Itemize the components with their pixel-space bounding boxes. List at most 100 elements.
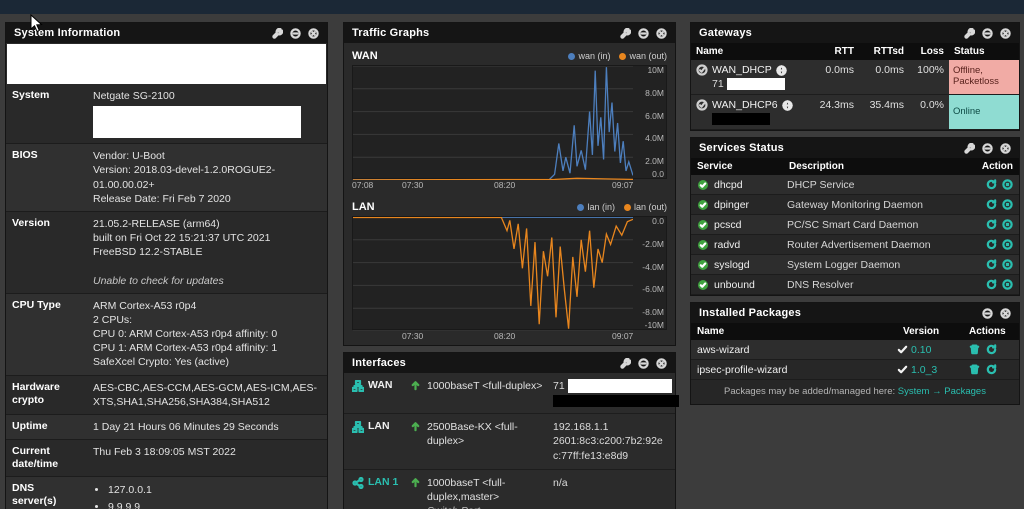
panel-title: Traffic Graphs [352,27,430,39]
dns-server-list: 127.0.0.19.9.9.91.1.1.1 [108,482,320,509]
x-axis-label: 07:30 [402,180,424,190]
services-table-header: Service Description Action [691,158,1019,175]
gateway-row: WAN_DHCP6 24.3ms 35.4ms 0.0% Online [691,95,1019,130]
redacted-block [7,44,326,84]
service-name: pcscd [714,218,742,231]
interface-name-link[interactable]: WAN [368,379,393,391]
system-info-value-line: CPU 0: ARM Cortex-A53 r0p4 affinity: 0 [93,328,278,341]
restart-service-icon[interactable] [986,179,997,190]
uninstall-package-icon[interactable] [969,364,980,375]
system-information-body: System Netgate SG-2100 BIOS Vendor: U-Boot V… [6,84,327,509]
reinstall-package-icon[interactable] [986,364,997,375]
stop-icon [1002,199,1013,210]
system-info-row: Hardware crypto AES-CBC,AES-CCM,AES-GCM,A… [6,375,327,415]
graph-x-axis: 07:08 07:30 08:20 09:07 [352,179,633,192]
y-axis-label: -10M [644,320,664,330]
interface-row: LAN 2500Base-KX <full-duplex> 192.168.1.1 2… [344,414,675,470]
collapse-icon[interactable] [982,143,993,154]
graph-x-axis: 07:30 08:20 09:07 [352,330,633,343]
interface-address: 71 [553,380,565,392]
service-row: dhcpd DHCP Service [691,175,1019,195]
system-packages-link[interactable]: System → Packages [898,386,986,397]
system-info-label: Hardware crypto [12,380,60,406]
redacted-block [712,113,770,125]
stop-service-icon[interactable] [1002,179,1013,190]
graph-plot-area[interactable]: 10M 8.0M 6.0M 4.0M 2.0M 0.0 [352,65,667,180]
close-icon[interactable] [1000,143,1011,154]
package-version-link[interactable]: 0.10 [911,344,931,356]
uninstall-package-icon[interactable] [969,344,980,355]
close-icon[interactable] [1000,308,1011,319]
system-info-value-line: Netgate SG-2100 [93,90,175,102]
restart-icon [986,219,997,230]
stop-icon [1002,239,1013,250]
settings-wrench-icon[interactable] [620,28,631,39]
system-info-value: Vendor: U-Boot Version: 2018.03-devel-1.2… [86,144,327,211]
dns-server: 9.9.9.9 [108,499,320,509]
interface-address: 192.168.1.1 [553,421,609,434]
reinstall-package-icon[interactable] [986,344,997,355]
stop-service-icon[interactable] [1002,239,1013,250]
y-axis-label: -8.0M [642,307,664,317]
installed-packages-panel: Installed Packages Name Version Actions aws… [690,302,1020,405]
close-icon[interactable] [656,358,667,369]
link-up-arrow-icon [410,477,421,488]
collapse-icon[interactable] [638,358,649,369]
settings-wrench-icon[interactable] [964,143,975,154]
y-axis-label: 6.0M [645,111,664,121]
service-row: dpinger Gateway Monitoring Daemon [691,195,1019,215]
service-name: radvd [714,238,741,251]
system-info-value-line: Thu Feb 3 18:09:05 MST 2022 [93,446,236,459]
restart-service-icon[interactable] [986,279,997,290]
system-info-value-line: 21.05.2-RELEASE (arm64) [93,217,220,230]
graph-title: LAN [352,201,375,213]
system-info-label: System [12,89,50,101]
reinstall-icon [986,344,997,355]
y-axis-label: -4.0M [642,262,664,272]
gateway-rttsd: 35.4ms [869,99,904,111]
close-icon[interactable] [308,28,319,39]
system-info-row: Version 21.05.2-RELEASE (arm64) built on F… [6,211,327,294]
panel-title: Gateways [699,27,752,39]
system-info-row: BIOS Vendor: U-Boot Version: 2018.03-devel… [6,144,327,212]
settings-wrench-icon[interactable] [964,28,975,39]
restart-service-icon[interactable] [986,259,997,270]
system-info-row: CPU Type ARM Cortex-A53 r0p4 2 CPUs: CPU 0:… [6,293,327,376]
settings-wrench-icon[interactable] [620,358,631,369]
redacted-block [726,78,785,90]
gateways-panel: Gateways Name RTT RTTsd Loss Status WAN_DHCP 7… [690,22,1020,131]
graph-legend: lan (in) lan (out) [577,202,667,212]
interface-name-link[interactable]: LAN 1 [368,476,398,488]
close-icon[interactable] [1000,28,1011,39]
restart-service-icon[interactable] [986,219,997,230]
stop-service-icon[interactable] [1002,279,1013,290]
settings-wrench-icon[interactable] [272,28,283,39]
stop-service-icon[interactable] [1002,219,1013,230]
gateways-header: Gateways [691,23,1019,43]
stop-icon [1002,219,1013,230]
interface-name-link[interactable]: LAN [368,420,390,432]
package-version-link[interactable]: 1.0_3 [911,364,937,376]
graph-plot-area[interactable]: 0.0 -2.0M -4.0M -6.0M -8.0M -10M [352,216,667,331]
service-row: pcscd PC/SC Smart Card Daemon [691,215,1019,235]
restart-service-icon[interactable] [986,239,997,250]
interface-media: 2500Base-KX <full-duplex> [427,421,518,448]
collapse-icon[interactable] [982,28,993,39]
collapse-icon[interactable] [290,28,301,39]
x-axis-label: 08:20 [494,180,516,190]
trash-icon [969,344,980,355]
y-axis-label: -2.0M [642,239,664,249]
interface-media: 1000baseT <full-duplex,master> [427,476,506,503]
service-name: dhcpd [714,178,743,191]
close-icon[interactable] [656,28,667,39]
collapse-icon[interactable] [638,28,649,39]
system-info-row: Current date/time Thu Feb 3 18:09:05 MST … [6,440,327,478]
stop-service-icon[interactable] [1002,199,1013,210]
globe-icon [776,65,787,76]
collapse-icon[interactable] [982,308,993,319]
system-info-value-line: 1 Day 21 Hours 06 Minutes 29 Seconds [93,420,279,433]
system-info-label: DNS server(s) [12,482,57,508]
stop-service-icon[interactable] [1002,259,1013,270]
system-info-value-line: built on Fri Oct 22 15:21:37 UTC 2021 [93,232,271,245]
restart-service-icon[interactable] [986,199,997,210]
